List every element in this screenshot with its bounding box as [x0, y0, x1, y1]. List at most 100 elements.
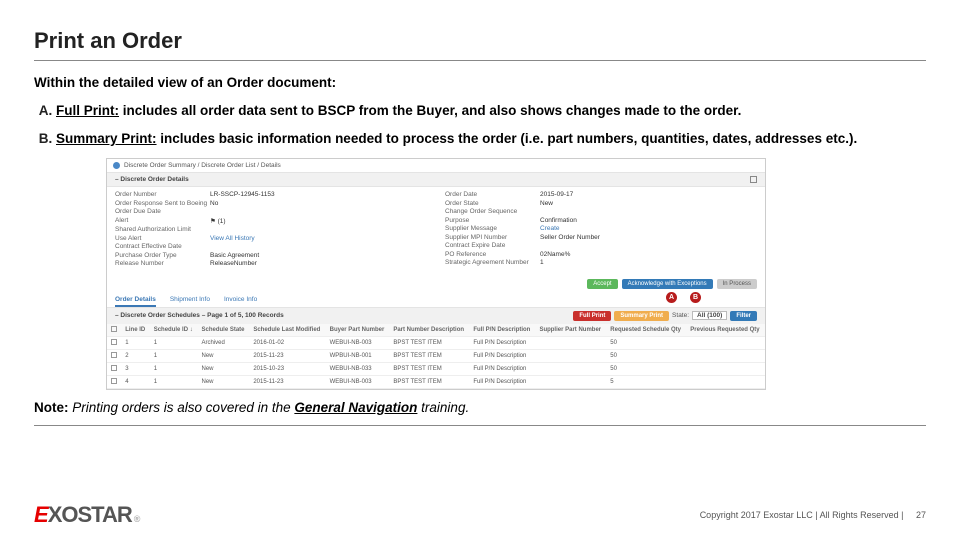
column-header[interactable]: Schedule ID ↓	[150, 324, 198, 337]
schedules-title: – Discrete Order Schedules – Page 1 of 5…	[115, 312, 284, 319]
checkbox[interactable]	[111, 339, 117, 345]
full-print-button[interactable]: Full Print	[573, 311, 611, 321]
cell: BPST TEST ITEM	[389, 349, 469, 362]
summary-print-button[interactable]: Summary Print	[614, 311, 669, 321]
column-header[interactable]	[107, 324, 121, 337]
field-row: Order Due Date	[115, 208, 427, 215]
checkbox[interactable]	[111, 365, 117, 371]
column-header[interactable]: Part Number Description	[389, 324, 469, 337]
cell: BPST TEST ITEM	[389, 362, 469, 375]
field-value: 2015-09-17	[540, 191, 573, 198]
column-header[interactable]: Supplier Part Number	[535, 324, 606, 337]
field-row: Supplier MPI NumberSeller Order Number	[445, 234, 757, 241]
field-label: Shared Authorization Limit	[115, 226, 210, 233]
accept-button[interactable]: Accept	[587, 279, 617, 289]
breadcrumb: Discrete Order Summary / Discrete Order …	[107, 159, 765, 173]
cell: BPST TEST ITEM	[389, 336, 469, 349]
intro-text: Within the detailed view of an Order doc…	[34, 75, 926, 90]
field-label: Strategic Agreement Number	[445, 259, 540, 266]
field-label: Purchase Order Type	[115, 252, 210, 259]
field-label: Change Order Sequence	[445, 208, 540, 215]
footer: EXOSTAR® Copyright 2017 Exostar LLC | Al…	[34, 502, 926, 528]
checkbox[interactable]	[111, 378, 117, 384]
ack-exceptions-button[interactable]: Acknowledge with Exceptions	[622, 279, 713, 289]
page-number: 27	[916, 510, 926, 520]
cell: New	[197, 362, 249, 375]
cell: Full P/N Description	[469, 336, 535, 349]
copyright-text: Copyright 2017 Exostar LLC | All Rights …	[700, 510, 904, 520]
field-value: Confirmation	[540, 217, 577, 224]
tab-shipment-info[interactable]: Shipment Info	[170, 296, 210, 307]
item-desc: includes all order data sent to BSCP fro…	[119, 103, 741, 118]
field-label: Alert	[115, 217, 210, 225]
cell: New	[197, 349, 249, 362]
cell: 5	[606, 375, 686, 388]
field-value: ReleaseNumber	[210, 260, 257, 267]
breadcrumb-text: Discrete Order Summary / Discrete Order …	[124, 162, 281, 169]
column-header[interactable]: Full P/N Description	[469, 324, 535, 337]
cell: 50	[606, 349, 686, 362]
column-header[interactable]: Schedule State	[197, 324, 249, 337]
cell: 2015-11-23	[249, 349, 325, 362]
column-header[interactable]: Previous Requested Qty	[686, 324, 765, 337]
field-row: Order Response Sent to BoeingNo	[115, 200, 427, 207]
tab-invoice-info[interactable]: Invoice Info	[224, 296, 257, 307]
edit-icon[interactable]	[750, 176, 757, 183]
table-row[interactable]: 31New2015-10-23WEBUI-NB-033BPST TEST ITE…	[107, 362, 765, 375]
column-header[interactable]: Schedule Last Modified	[249, 324, 325, 337]
schedules-header: – Discrete Order Schedules – Page 1 of 5…	[107, 308, 765, 324]
item-desc: includes basic information needed to pro…	[157, 131, 858, 146]
copyright: Copyright 2017 Exostar LLC | All Rights …	[700, 510, 926, 520]
field-value[interactable]: Create	[540, 225, 560, 232]
table-row[interactable]: 11Archived2016-01-02WEBUI-NB-003BPST TES…	[107, 336, 765, 349]
item-label: Full Print:	[56, 103, 119, 118]
cell: Full P/N Description	[469, 349, 535, 362]
field-label: Purpose	[445, 217, 540, 224]
field-row: Order NumberLR-SSCP-12945-1153	[115, 191, 427, 198]
table-row[interactable]: 21New2015-11-23WPBUI-NB-001BPST TEST ITE…	[107, 349, 765, 362]
cell: 2015-10-23	[249, 362, 325, 375]
logo: EXOSTAR®	[34, 502, 139, 528]
field-row: Purchase Order TypeBasic Agreement	[115, 252, 427, 259]
filter-button[interactable]: Filter	[730, 311, 757, 321]
tab-order-details[interactable]: Order Details	[115, 296, 156, 307]
in-process-button[interactable]: In Process	[717, 279, 757, 289]
cell: WPBUI-NB-001	[326, 349, 390, 362]
field-row: PO Reference02Name%	[445, 251, 757, 258]
embedded-screenshot: Discrete Order Summary / Discrete Order …	[106, 158, 766, 390]
field-row: PurposeConfirmation	[445, 217, 757, 224]
cell: WEBUI-NB-003	[326, 375, 390, 388]
cell: 50	[606, 336, 686, 349]
details-grid: Order NumberLR-SSCP-12945-1153 Order Resp…	[107, 187, 765, 275]
field-label: Contract Effective Date	[115, 243, 210, 250]
cell	[535, 336, 606, 349]
field-label: Order Due Date	[115, 208, 210, 215]
field-value: Seller Order Number	[540, 234, 600, 241]
cell: Full P/N Description	[469, 375, 535, 388]
field-value: Basic Agreement	[210, 252, 259, 259]
state-select[interactable]: All (100)	[692, 311, 727, 320]
note: Note: Printing orders is also covered in…	[34, 400, 926, 426]
checkbox[interactable]	[111, 326, 117, 332]
field-value[interactable]: View All History	[210, 235, 255, 242]
list-item: Full Print: includes all order data sent…	[56, 102, 926, 120]
field-row: Strategic Agreement Number1	[445, 259, 757, 266]
cell: Full P/N Description	[469, 362, 535, 375]
field-label: Release Number	[115, 260, 210, 267]
note-tail: training.	[417, 400, 469, 415]
cell: 2015-11-23	[249, 375, 325, 388]
field-label: Contract Expire Date	[445, 242, 540, 249]
cell	[535, 349, 606, 362]
checkbox[interactable]	[111, 352, 117, 358]
column-header[interactable]: Requested Schedule Qty	[606, 324, 686, 337]
cell: 3	[121, 362, 149, 375]
field-row: Contract Expire Date	[445, 242, 757, 249]
cell	[686, 375, 765, 388]
field-value: 02Name%	[540, 251, 570, 258]
cell	[686, 349, 765, 362]
column-header[interactable]: Line ID	[121, 324, 149, 337]
table-row[interactable]: 41New2015-11-23WEBUI-NB-003BPST TEST ITE…	[107, 375, 765, 388]
column-header[interactable]: Buyer Part Number	[326, 324, 390, 337]
registered-icon: ®	[134, 514, 140, 524]
home-icon[interactable]	[113, 162, 120, 169]
